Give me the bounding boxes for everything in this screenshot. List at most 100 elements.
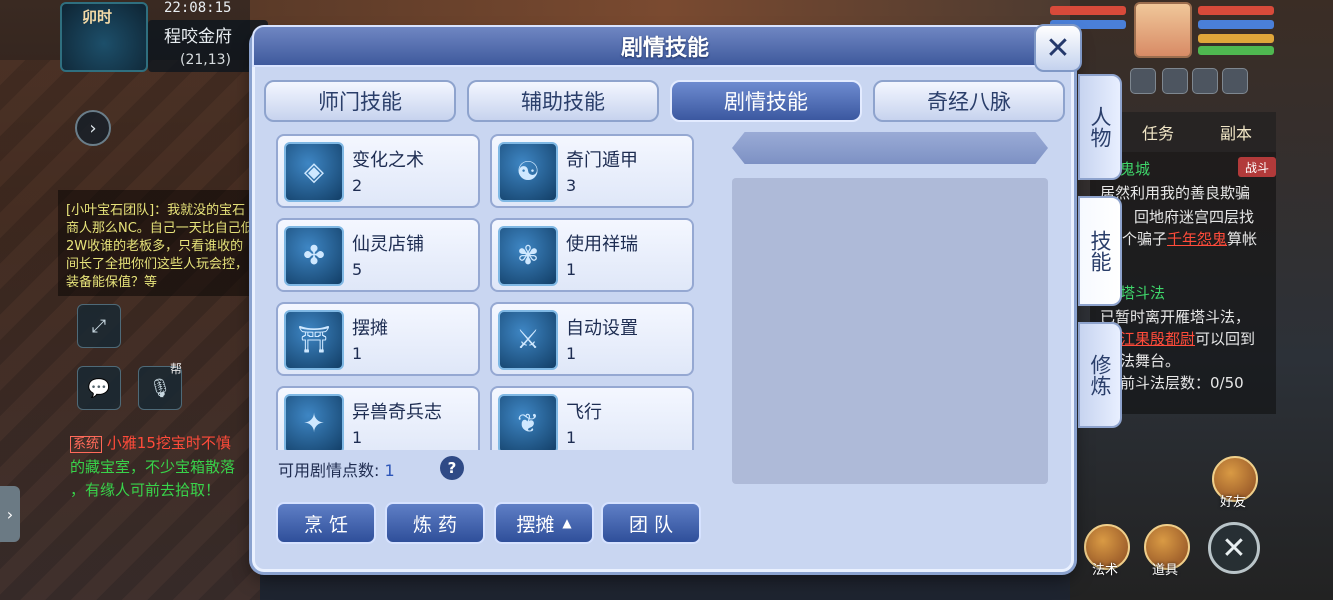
team-label: 团 队 bbox=[628, 513, 674, 536]
skill-name: 使用祥瑞 bbox=[566, 234, 638, 255]
skill-name: 自动设置 bbox=[566, 318, 638, 339]
dialog-close-button[interactable]: ✕ bbox=[1034, 24, 1082, 72]
stall-icon: ⛩ bbox=[284, 310, 344, 370]
skill-level: 1 bbox=[566, 428, 577, 447]
cooking-label: 烹 饪 bbox=[303, 513, 349, 536]
auspicious-beast-icon: ✾ bbox=[498, 226, 558, 286]
wings-icon: ❦ bbox=[498, 394, 558, 450]
skill-name: 飞行 bbox=[566, 402, 602, 423]
map-name[interactable]: 程咬金府 bbox=[164, 22, 232, 47]
tab-dungeon[interactable]: 副本 bbox=[1198, 112, 1274, 152]
quest2-title[interactable]: 塔斗法 bbox=[1120, 282, 1165, 303]
story-points-value: 1 bbox=[384, 461, 395, 480]
skill-level: 1 bbox=[352, 344, 363, 363]
skill-list[interactable]: ◈ 变化之术 2 ☯ 奇门遁甲 3 ✤ 仙灵店铺 5 ✾ 使用祥瑞 1 ⛩ 摆摊… bbox=[268, 128, 708, 450]
shop-icon: ✤ bbox=[284, 226, 344, 286]
help-icon[interactable]: ? bbox=[440, 456, 464, 480]
skill-card[interactable]: ⚔ 自动设置 1 bbox=[490, 302, 694, 376]
side-tab-character[interactable]: 人物 bbox=[1078, 74, 1122, 180]
system-text-3: ，有缘人可前去拾取！ bbox=[70, 481, 221, 499]
skill-detail-title-bar bbox=[732, 132, 1048, 164]
skill-name: 仙灵店铺 bbox=[352, 234, 424, 255]
skill-level: 1 bbox=[566, 260, 577, 279]
shield-status-icon[interactable] bbox=[1192, 68, 1218, 94]
side-tab-skills-label: 技能 bbox=[1088, 230, 1112, 272]
system-message: 系统 小雅15挖宝时不慎 的藏宝室，不少宝箱散落 ，有缘人可前去拾取！ bbox=[70, 432, 260, 502]
tab-school-skills[interactable]: 师门技能 bbox=[264, 80, 456, 122]
hud-close-button[interactable]: ✕ bbox=[1208, 522, 1260, 574]
side-tab-skills[interactable]: 技能 bbox=[1078, 196, 1122, 306]
system-text-2: 的藏宝室，不少宝箱散落 bbox=[70, 458, 236, 476]
skill-card[interactable]: ✾ 使用祥瑞 1 bbox=[490, 218, 694, 292]
side-expand-tab[interactable]: › bbox=[0, 486, 20, 542]
speech-bubble-icon: 💬 bbox=[87, 377, 111, 399]
alchemy-label: 炼 药 bbox=[412, 513, 458, 536]
caret-up-icon: ▲ bbox=[562, 516, 572, 530]
cooking-button[interactable]: 烹 饪 bbox=[276, 502, 376, 544]
buff-status-icon[interactable] bbox=[1162, 68, 1188, 94]
skill-name: 摆摊 bbox=[352, 318, 388, 339]
transform-icon: ◈ bbox=[284, 142, 344, 202]
quest1-title[interactable]: 鬼城 bbox=[1120, 158, 1150, 179]
quest2-line3: 法舞台。 bbox=[1120, 352, 1181, 370]
spell-label: 法术 bbox=[1092, 563, 1119, 578]
chevron-right-icon: › bbox=[6, 504, 14, 524]
player-anger-bar bbox=[1198, 34, 1274, 43]
team-button[interactable]: 团 队 bbox=[601, 502, 701, 544]
chat-panel[interactable]: [小叶宝石团队]：我就没的宝石商人那么NC。自己一天比自己低2W收谁的老板多，只… bbox=[58, 190, 258, 296]
skill-level: 1 bbox=[566, 344, 577, 363]
skill-card[interactable]: ✤ 仙灵店铺 5 bbox=[276, 218, 480, 292]
voice-badge: 帮 bbox=[170, 362, 183, 376]
alchemy-button[interactable]: 炼 药 bbox=[385, 502, 485, 544]
side-tab-cultivation[interactable]: 修炼 bbox=[1078, 322, 1122, 428]
map-coords: (21,13) bbox=[180, 52, 232, 68]
tab-story-skills[interactable]: 剧情技能 bbox=[670, 80, 862, 122]
pet-hp-bar bbox=[1050, 6, 1126, 15]
quest2-line2: 江果殷都尉可以回到 bbox=[1120, 328, 1255, 349]
chevron-right-icon: › bbox=[89, 117, 97, 139]
task-tabs: 任务 副本 bbox=[1120, 112, 1276, 152]
expand-arrow-button[interactable]: › bbox=[75, 110, 111, 146]
player-exp-bar bbox=[1198, 46, 1274, 55]
heart-status-icon[interactable] bbox=[1130, 68, 1156, 94]
microphone-icon: 🎙 bbox=[148, 377, 172, 399]
skill-level: 3 bbox=[566, 176, 577, 195]
stall-button[interactable]: 摆摊 ▲ bbox=[494, 502, 594, 544]
skill-card[interactable]: ❦ 飞行 1 bbox=[490, 386, 694, 450]
face-status-icon[interactable] bbox=[1222, 68, 1248, 94]
expand-icon: ⤢ bbox=[91, 315, 107, 337]
chat-button[interactable]: 💬 bbox=[77, 366, 121, 410]
quest2-target-link[interactable]: 江果殷都尉 bbox=[1120, 330, 1195, 348]
quest2-line2b: 可以回到 bbox=[1195, 330, 1256, 348]
close-icon: ✕ bbox=[1221, 530, 1247, 566]
inventory-label: 道具 bbox=[1152, 563, 1179, 578]
dialog-title: 剧情技能 bbox=[620, 36, 709, 61]
skill-level: 5 bbox=[352, 260, 363, 279]
skill-card[interactable]: ☯ 奇门遁甲 3 bbox=[490, 134, 694, 208]
quest1-line3a: 个骗子 bbox=[1122, 230, 1168, 248]
stall-label: 摆摊 bbox=[516, 513, 555, 536]
system-speaker: 小雅15 bbox=[106, 434, 156, 452]
tab-meridians[interactable]: 奇经八脉 bbox=[873, 80, 1065, 122]
skill-card[interactable]: ◈ 变化之术 2 bbox=[276, 134, 480, 208]
skill-level: 2 bbox=[352, 176, 363, 195]
quest1-target-link[interactable]: 千年怨鬼 bbox=[1167, 230, 1227, 248]
clock: 22:08:15 bbox=[164, 0, 232, 16]
player-hp-bar bbox=[1198, 6, 1274, 15]
skill-name: 变化之术 bbox=[352, 150, 424, 171]
system-text-1: 挖宝时不慎 bbox=[155, 434, 231, 452]
friends-label: 好友 bbox=[1220, 495, 1247, 510]
skill-detail-panel bbox=[732, 178, 1048, 484]
fullscreen-button[interactable]: ⤢ bbox=[77, 304, 121, 348]
player-mp-bar bbox=[1198, 20, 1274, 29]
quest1-line2: 回地府迷宫四层找 bbox=[1134, 208, 1255, 226]
tab-task[interactable]: 任务 bbox=[1120, 112, 1196, 152]
skill-level: 1 bbox=[352, 428, 363, 447]
skill-card[interactable]: ✦ 异兽奇兵志 1 bbox=[276, 386, 480, 450]
tab-auxiliary-skills[interactable]: 辅助技能 bbox=[467, 80, 659, 122]
player-avatar[interactable] bbox=[1134, 2, 1192, 58]
quest1-line1: 居然利用我的善良欺骗 bbox=[1100, 184, 1251, 202]
bagua-icon: ☯ bbox=[498, 142, 558, 202]
skill-card[interactable]: ⛩ 摆摊 1 bbox=[276, 302, 480, 376]
skill-name: 奇门遁甲 bbox=[566, 150, 638, 171]
